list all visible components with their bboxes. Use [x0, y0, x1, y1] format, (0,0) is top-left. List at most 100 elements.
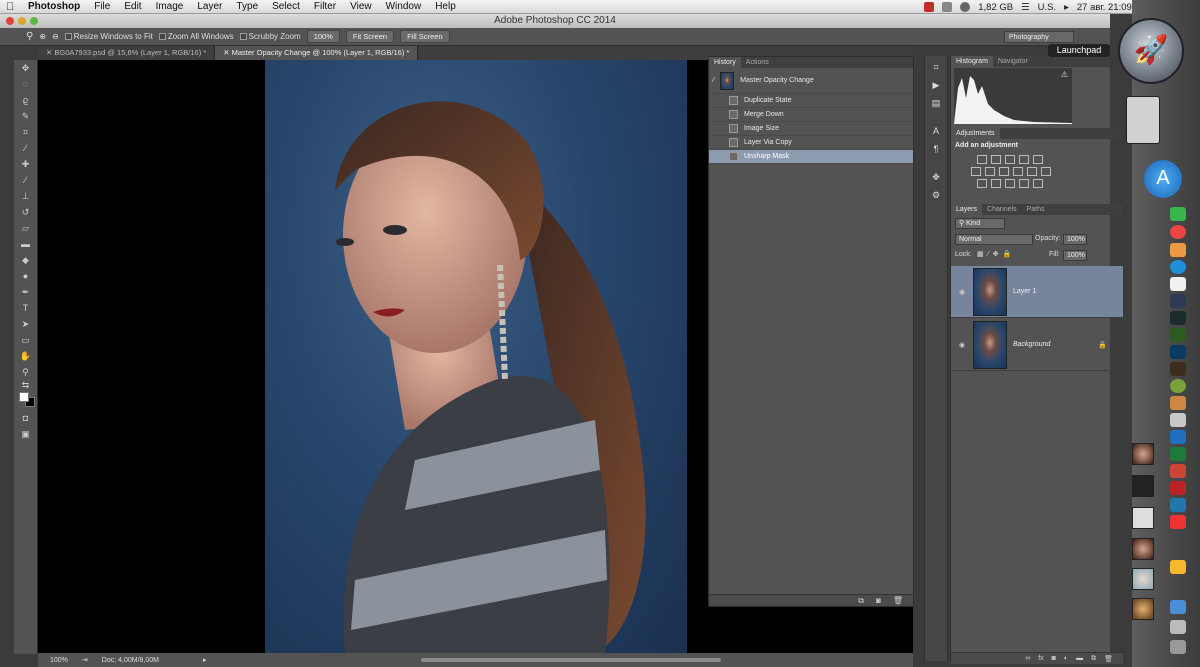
- photo-filter-icon[interactable]: [1013, 167, 1023, 176]
- visibility-eye-icon[interactable]: ◉: [955, 341, 969, 349]
- add-mask-icon[interactable]: ◙: [1052, 655, 1056, 662]
- menu-type[interactable]: Type: [236, 1, 258, 12]
- dock-app-icon[interactable]: [1170, 620, 1186, 634]
- lasso-tool-icon[interactable]: ϱ: [15, 93, 37, 108]
- wifi-icon[interactable]: ☰: [1021, 2, 1030, 13]
- app-store-icon[interactable]: A: [1144, 160, 1182, 198]
- hand-tool-icon[interactable]: ✋: [15, 349, 37, 364]
- image-thumbnail[interactable]: [1132, 598, 1154, 620]
- new-group-icon[interactable]: ▬: [1076, 655, 1083, 662]
- snapshot-camera-icon[interactable]: ◙: [876, 596, 881, 605]
- move-tool-icon[interactable]: ✥: [15, 61, 37, 76]
- layer-filter-kind[interactable]: ⚲ Kind: [955, 218, 1005, 229]
- skype-icon[interactable]: [1170, 260, 1186, 274]
- history-step[interactable]: Image Size: [709, 122, 913, 136]
- pen-tool-icon[interactable]: ✒: [15, 285, 37, 300]
- visibility-eye-icon[interactable]: ◉: [955, 288, 969, 296]
- input-source[interactable]: U.S.: [1038, 2, 1056, 13]
- history-snapshot[interactable]: ⁄ Master Opacity Change: [709, 68, 913, 94]
- history-brush-source-icon[interactable]: ⁄: [713, 77, 714, 84]
- dock-app-icon[interactable]: [1170, 560, 1186, 574]
- dock-app-icon[interactable]: [1170, 379, 1186, 393]
- image-thumbnail[interactable]: [1132, 538, 1154, 560]
- powerpoint-icon[interactable]: [1170, 464, 1186, 478]
- levels-icon[interactable]: [991, 155, 1001, 164]
- menu-window[interactable]: Window: [386, 1, 422, 12]
- adjustment-layer-icon[interactable]: ◐: [1064, 655, 1068, 662]
- quick-mask-icon[interactable]: ◘: [15, 411, 37, 426]
- history-step[interactable]: Layer Via Copy: [709, 136, 913, 150]
- black-white-icon[interactable]: [999, 167, 1009, 176]
- acrobat-icon[interactable]: [1170, 481, 1186, 495]
- status-arrow-icon[interactable]: ▸: [203, 656, 207, 664]
- lightroom-icon[interactable]: [1170, 294, 1186, 308]
- history-brush-tool-icon[interactable]: ↺: [15, 205, 37, 220]
- menu-file[interactable]: File: [94, 1, 110, 12]
- drive-icon[interactable]: [942, 2, 953, 12]
- dock-app-icon[interactable]: [1170, 396, 1186, 410]
- swap-colors-icon[interactable]: ⇆: [15, 381, 37, 390]
- gradient-tool-icon[interactable]: ▬: [15, 237, 37, 252]
- image-thumbnail[interactable]: [1132, 507, 1154, 529]
- menu-image[interactable]: Image: [156, 1, 184, 12]
- history-step[interactable]: Merge Down: [709, 108, 913, 122]
- curves-icon[interactable]: [1005, 155, 1015, 164]
- posterize-icon[interactable]: [991, 179, 1001, 188]
- zoom-out-icon[interactable]: ⊖: [52, 32, 59, 41]
- dreamweaver-icon[interactable]: [1170, 328, 1186, 342]
- tab-paths[interactable]: Paths: [1022, 204, 1050, 215]
- image-thumbnail[interactable]: [1132, 568, 1154, 590]
- healing-tool-icon[interactable]: ✚: [15, 157, 37, 172]
- brightness-contrast-icon[interactable]: [977, 155, 987, 164]
- brush-presets-icon[interactable]: ✥: [928, 170, 944, 184]
- selective-color-icon[interactable]: [1033, 179, 1043, 188]
- tab-channels[interactable]: Channels: [982, 204, 1022, 215]
- photoshop-icon[interactable]: [1170, 345, 1186, 359]
- dock-app-icon[interactable]: [1170, 207, 1186, 221]
- zoom-level[interactable]: 100%: [50, 657, 68, 664]
- workspace-switcher[interactable]: Photography: [1004, 31, 1074, 43]
- trash-icon[interactable]: 🗑: [1104, 655, 1113, 663]
- eraser-tool-icon[interactable]: ▱: [15, 221, 37, 236]
- tab-actions[interactable]: Actions: [741, 57, 774, 68]
- blur-tool-icon[interactable]: ◆: [15, 253, 37, 268]
- dock-app-icon[interactable]: [1170, 243, 1186, 257]
- zoom-all-checkbox[interactable]: Zoom All Windows: [158, 32, 234, 41]
- invert-icon[interactable]: [977, 179, 987, 188]
- color-balance-icon[interactable]: [985, 167, 995, 176]
- link-layers-icon[interactable]: ∞: [1025, 655, 1030, 662]
- tab-histogram[interactable]: Histogram: [951, 56, 993, 67]
- bridge-icon[interactable]: [1170, 362, 1186, 376]
- launchpad-icon[interactable]: 🚀: [1118, 18, 1184, 84]
- layer-row-layer1[interactable]: ◉ Layer 1: [951, 266, 1123, 318]
- image-thumbnail[interactable]: [1132, 475, 1154, 497]
- vibrance-icon[interactable]: [1033, 155, 1043, 164]
- histogram-warning-icon[interactable]: ⚠: [1061, 70, 1068, 79]
- lock-icons[interactable]: ▦⁄✥🔒: [977, 250, 1015, 258]
- fill-screen-button[interactable]: Fill Screen: [400, 30, 450, 43]
- gradient-map-icon[interactable]: [1019, 179, 1029, 188]
- excel-icon[interactable]: [1170, 447, 1186, 461]
- stack-folder-icon[interactable]: [1126, 96, 1160, 144]
- adjust-panel-icon[interactable]: ⚙: [928, 188, 944, 202]
- zoom-tool-icon[interactable]: ⚲: [26, 31, 33, 42]
- exposure-icon[interactable]: [1019, 155, 1029, 164]
- quick-select-tool-icon[interactable]: ✎: [15, 109, 37, 124]
- brush-tool-icon[interactable]: ⁄: [15, 173, 37, 188]
- character-panel-icon[interactable]: A: [928, 124, 944, 138]
- path-select-tool-icon[interactable]: ➤: [15, 317, 37, 332]
- zoom-in-icon[interactable]: ⊕: [39, 32, 46, 41]
- fill-field[interactable]: 100%: [1063, 250, 1087, 261]
- apple-icon[interactable]: : [6, 1, 20, 13]
- tab-adjustments[interactable]: Adjustments: [951, 128, 1000, 139]
- menu-filter[interactable]: Filter: [314, 1, 336, 12]
- zoom-button[interactable]: [30, 17, 38, 25]
- menu-edit[interactable]: Edit: [124, 1, 141, 12]
- resize-windows-checkbox[interactable]: Resize Windows to Fit: [64, 32, 153, 41]
- color-lookup-icon[interactable]: [1041, 167, 1051, 176]
- dock-app-icon[interactable]: [1170, 413, 1186, 427]
- layer-name[interactable]: Background: [1013, 341, 1050, 348]
- portrait-photo[interactable]: [265, 60, 687, 653]
- lightroom-alt-icon[interactable]: [1170, 311, 1186, 325]
- threshold-icon[interactable]: [1005, 179, 1015, 188]
